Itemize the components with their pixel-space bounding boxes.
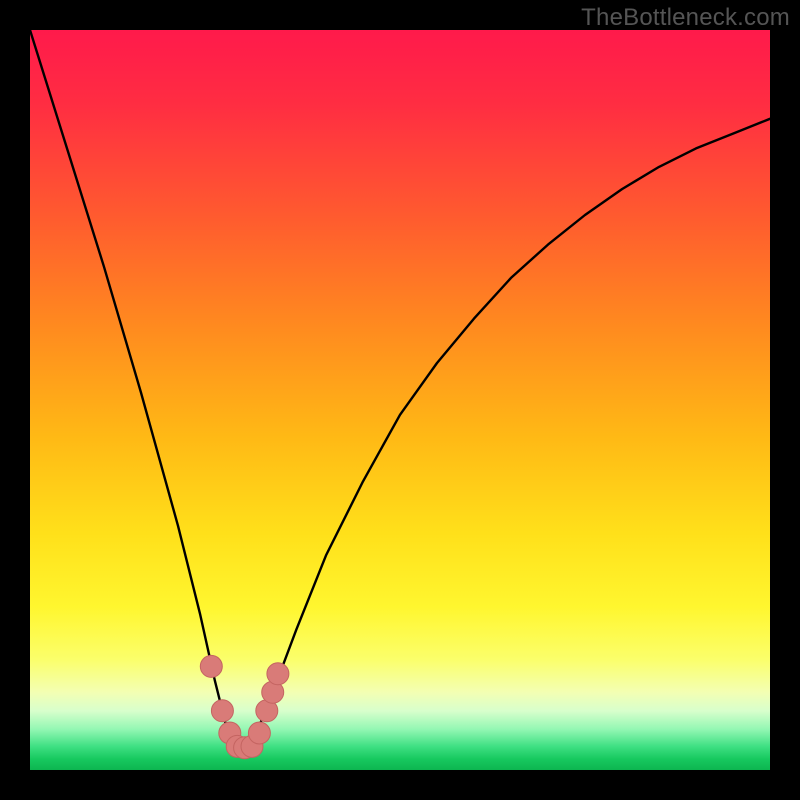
marker-point <box>211 700 233 722</box>
marker-point <box>267 663 289 685</box>
chart-frame: TheBottleneck.com <box>0 0 800 800</box>
plot-area <box>30 30 770 770</box>
gradient-background <box>30 30 770 770</box>
chart-svg <box>30 30 770 770</box>
marker-point <box>248 722 270 744</box>
watermark-text: TheBottleneck.com <box>581 4 790 32</box>
marker-point <box>200 655 222 677</box>
